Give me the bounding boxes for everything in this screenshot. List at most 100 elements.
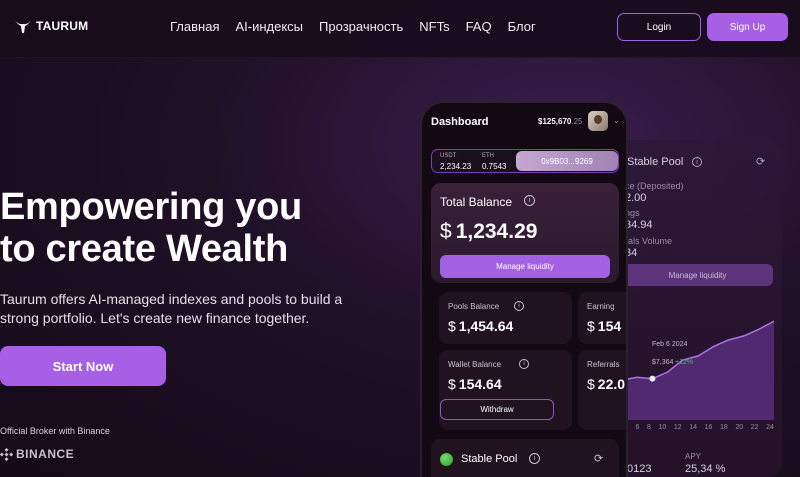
deposited-value: 2.00 — [625, 192, 647, 204]
hero-title-line2: to create Wealth — [0, 228, 289, 270]
earnings-card: Earning $154 — [578, 292, 626, 344]
currency-symbol: $ — [448, 376, 456, 392]
x-tick-label: 16 — [704, 424, 713, 431]
binance-icon — [0, 447, 13, 461]
dashboard-title: Dashboard — [431, 116, 489, 128]
phone-mockup: Dashboard $125,670.25 ⌄ USDT 2,234.23 ET… — [420, 101, 628, 477]
hero-title: Empowering you to create Wealth — [0, 186, 380, 270]
nav-item-nfts[interactable]: NFTs — [419, 19, 449, 34]
chart-tooltip-date: Feb 6 2024 — [652, 341, 688, 348]
pools-balance-value: $1,454.64 — [448, 318, 513, 334]
chart-point — [697, 355, 699, 357]
pools-balance-label: Pools Balance — [448, 302, 500, 311]
pools-balance-amount: 1,454.64 — [458, 318, 514, 334]
chart-tooltip-change: +12% — [675, 359, 694, 366]
signup-button[interactable]: Sign Up — [707, 13, 788, 41]
x-tick-label: 14 — [689, 424, 697, 431]
nav-item-home[interactable]: Главная — [170, 19, 219, 34]
total-balance-value: $1,234.29 — [440, 220, 537, 244]
chart-point — [649, 375, 656, 382]
x-tick-label: 8 — [646, 424, 651, 431]
x-tick-label: 12 — [673, 424, 682, 431]
manage-liquidity-button-back[interactable]: Manage liquidity — [622, 264, 773, 286]
currency-symbol: $ — [448, 318, 456, 334]
x-tick-label: 18 — [719, 424, 728, 431]
pool-area-chart — [622, 320, 774, 420]
chart-point — [758, 328, 760, 331]
x-tick-label: 22 — [750, 424, 759, 431]
taurus-horns-icon — [15, 20, 31, 33]
login-button[interactable]: Login — [617, 13, 701, 41]
hero-subtitle: Taurum offers AI-managed indexes and poo… — [0, 291, 343, 326]
total-balance-amount: 1,234.29 — [455, 220, 538, 243]
chart-point — [636, 376, 638, 379]
header-balance-main: $125,670 — [538, 117, 572, 126]
binance-wordmark: BINANCE — [16, 447, 75, 461]
currency-symbol: $ — [587, 376, 595, 392]
deposited-label: ce (Deposited) — [625, 181, 684, 191]
hero-title-line1: Empowering you — [0, 186, 302, 228]
x-tick-label: 6 — [635, 424, 640, 431]
referrals-amount: 22.0 — [597, 376, 626, 392]
chart-x-ticks: 4681012141618202224 — [624, 424, 774, 431]
main-nav: Главная AI-индексы Прозрачность NFTs FAQ… — [170, 19, 536, 34]
binance-logo: BINANCE — [0, 447, 74, 461]
referrals-volume-label: rals Volume — [625, 236, 673, 246]
apy-value: 25,34 % — [685, 463, 726, 475]
chart-point — [742, 335, 745, 337]
chart-area-fill — [622, 321, 774, 420]
refresh-icon[interactable]: ⟳ — [594, 452, 603, 465]
nav-item-transparency[interactable]: Прозрачность — [319, 19, 403, 34]
manage-liquidity-button[interactable]: Manage liquidity — [440, 255, 610, 278]
x-tick-label: 24 — [766, 424, 774, 431]
info-icon[interactable]: i — [514, 301, 524, 311]
stable-pool-title: Stable Pool — [627, 156, 684, 168]
chart-tooltip-value: $7,364 — [652, 359, 674, 366]
pools-balance-card: Pools Balance i $1,454.64 — [439, 292, 572, 344]
total-balance-label: Total Balance — [440, 195, 513, 209]
currency-symbol: $ — [440, 220, 452, 243]
brand-logo[interactable]: TAURUM — [14, 18, 88, 34]
x-tick-label: 10 — [658, 424, 667, 431]
chevron-down-icon[interactable]: ⌄ — [613, 116, 620, 125]
pool-bottom-value: 0123 — [627, 463, 652, 475]
info-icon[interactable]: i — [524, 195, 535, 206]
wallet-balance-value: $154.64 — [448, 376, 502, 392]
header-balance-decimals: .25 — [571, 117, 583, 126]
eth-label: ETH — [482, 153, 494, 159]
nav-item-blog[interactable]: Блог — [508, 19, 536, 34]
withdraw-button[interactable]: Withdraw — [440, 399, 554, 420]
info-icon[interactable]: i — [692, 157, 702, 167]
referrals-label: Referrals — [587, 360, 620, 369]
total-balance-card: Total Balance i $1,234.29 Manage liquidi… — [431, 183, 619, 283]
stable-pool-row[interactable]: Stable Pool i ⟳ — [431, 439, 619, 477]
brand-name: TAURUM — [36, 19, 89, 33]
usdt-label: USDT — [440, 153, 457, 159]
refresh-icon[interactable]: ⟳ — [756, 155, 765, 168]
earnings-label: Earning — [587, 302, 615, 311]
stable-pool-label: Stable Pool — [461, 453, 518, 465]
nav-item-faq[interactable]: FAQ — [466, 19, 492, 34]
eth-value: 0.7543 — [482, 162, 507, 171]
chart-point — [712, 345, 714, 348]
header-balance: $125,670.25 — [538, 117, 583, 126]
earnings-value: $154 — [587, 318, 621, 334]
apy-label: APY — [685, 452, 702, 461]
info-icon[interactable]: i — [519, 359, 529, 369]
start-now-button[interactable]: Start Now — [0, 346, 166, 386]
wallet-balance-amount: 154.64 — [458, 376, 502, 392]
pool-status-dot-icon — [440, 453, 453, 466]
info-icon[interactable]: i — [529, 453, 540, 464]
wallet-address-button[interactable]: 0x9B03...9269 — [516, 151, 618, 171]
referrals-value: $22.0 — [587, 376, 625, 392]
avatar[interactable] — [588, 111, 608, 131]
referrals-card: Referrals $22.0 — [578, 350, 626, 430]
earnings-amount: 154 — [597, 318, 622, 334]
wallet-balance-label: Wallet Balance — [448, 360, 502, 369]
top-header: TAURUM Главная AI-индексы Прозрачность N… — [0, 0, 800, 58]
nav-item-ai-indexes[interactable]: AI-индексы — [235, 19, 303, 34]
earnings-value: 34.94 — [625, 219, 653, 231]
broker-text: Official Broker with Binance — [0, 426, 110, 436]
wallet-bar: USDT 2,234.23 ETH 0.7543 0x9B03...9269 — [431, 149, 619, 173]
chart-point — [727, 339, 730, 341]
